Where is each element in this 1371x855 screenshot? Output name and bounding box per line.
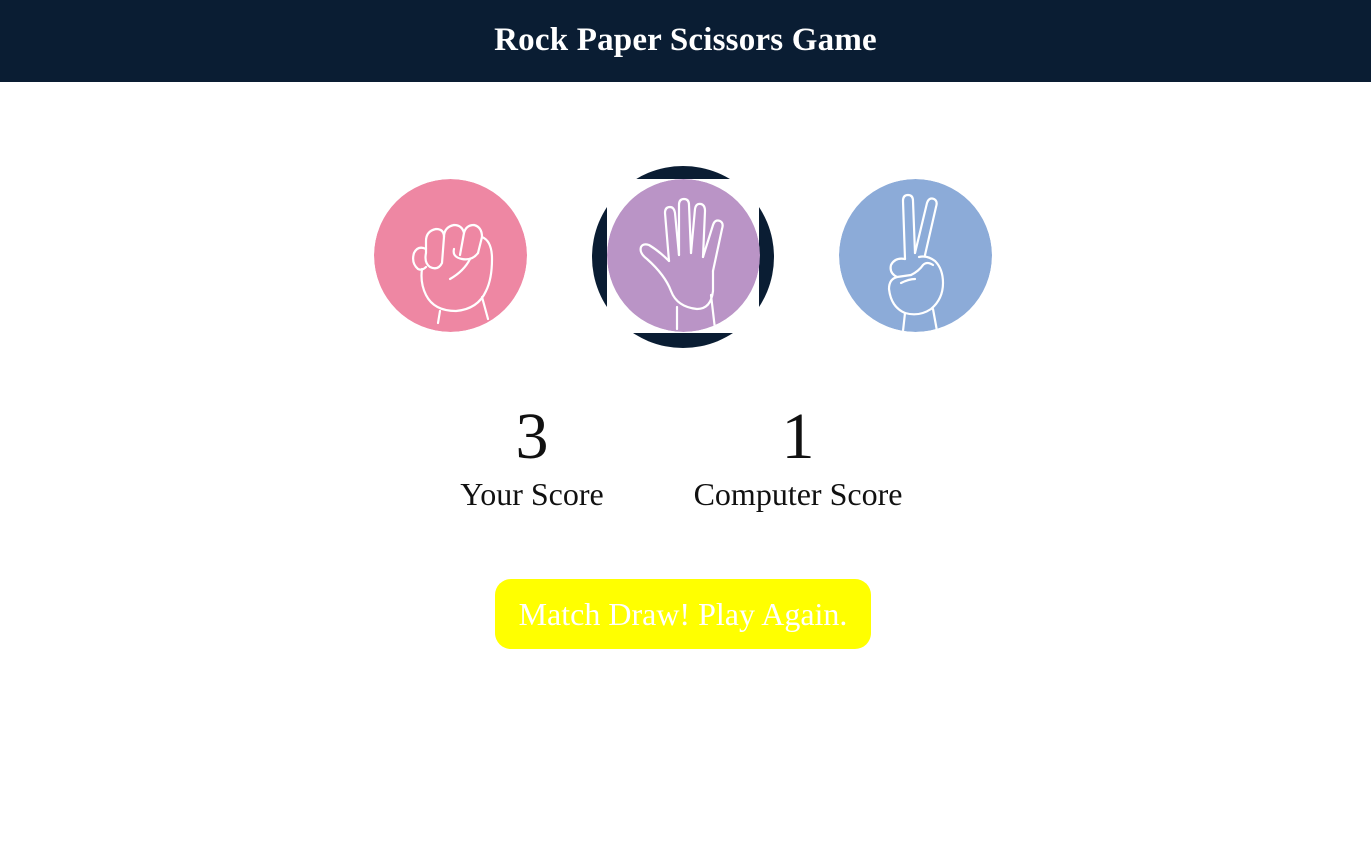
computer-score-value: 1 (781, 400, 815, 473)
fist-icon (374, 179, 527, 332)
result-message-button[interactable]: Match Draw! Play Again. (495, 579, 871, 649)
peace-sign-icon (839, 179, 992, 332)
paper-choice[interactable] (607, 179, 760, 332)
scissors-choice[interactable] (839, 179, 992, 332)
computer-score-label: Computer Score (693, 476, 903, 512)
user-score-label: Your Score (460, 476, 604, 512)
open-hand-icon (607, 179, 760, 332)
rock-choice[interactable] (374, 179, 527, 332)
header-bar: Rock Paper Scissors Game (0, 0, 1371, 82)
user-score-value: 3 (515, 400, 549, 473)
user-score: 3 Your Score (432, 400, 632, 513)
page-title: Rock Paper Scissors Game (494, 21, 877, 58)
computer-score: 1 Computer Score (668, 400, 928, 513)
